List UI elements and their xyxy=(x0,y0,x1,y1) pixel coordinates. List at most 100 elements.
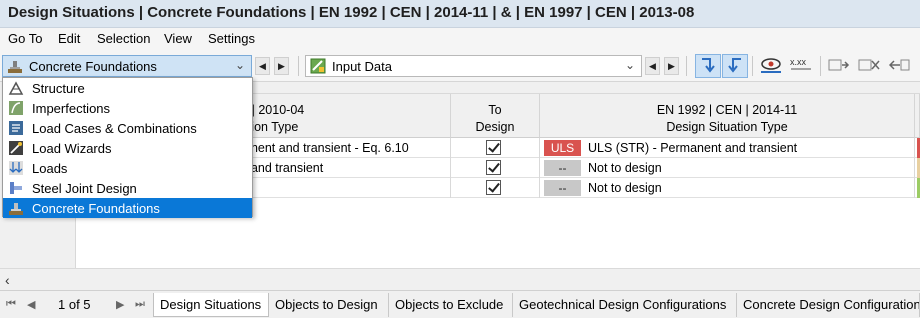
visibility-button[interactable] xyxy=(758,54,784,78)
load-cases-icon xyxy=(9,121,23,135)
foundation-icon xyxy=(9,203,23,215)
next-view-button[interactable]: ▶ xyxy=(664,57,679,75)
to-design-cell[interactable] xyxy=(451,178,540,198)
go-to-previous-icon xyxy=(702,58,715,73)
dropdown-item-label: Loads xyxy=(32,161,68,176)
tab-label: Concrete Design Configuration xyxy=(743,297,920,312)
dropdown-item-concrete-foundations[interactable]: Concrete Foundations xyxy=(3,198,252,218)
foundation-icon xyxy=(8,61,22,73)
module-dropdown: Structure Imperfections Load Cases & Com… xyxy=(2,77,253,218)
last-page-icon[interactable]: ⏭ xyxy=(135,298,145,311)
dropdown-item-label: Structure xyxy=(32,81,85,96)
go-to-next-button[interactable] xyxy=(722,54,748,78)
tab-objects-to-design[interactable]: Objects to Design xyxy=(269,293,389,317)
go-to-previous-button[interactable] xyxy=(695,54,721,78)
to-design-checkbox[interactable] xyxy=(486,160,501,175)
menu-selection[interactable]: Selection xyxy=(97,31,150,46)
svg-text:x.xx: x.xx xyxy=(790,57,807,67)
page-indicator: 1 of 5 xyxy=(58,297,91,312)
menu-edit[interactable]: Edit xyxy=(58,31,80,46)
to-design-checkbox[interactable] xyxy=(486,140,501,155)
input-data-icon xyxy=(310,58,326,74)
tab-design-situations[interactable]: Design Situations xyxy=(153,293,269,317)
not-design-badge: -- xyxy=(544,160,581,176)
dropdown-item-label: Load Cases & Combinations xyxy=(32,121,197,136)
visibility-icon xyxy=(761,58,781,73)
cell-text: Not to design xyxy=(588,161,662,175)
dropdown-item-imperfections[interactable]: Imperfections xyxy=(3,98,252,118)
tab-geotechnical-design-configurations[interactable]: Geotechnical Design Configurations xyxy=(513,293,737,317)
steel-joint-icon xyxy=(10,182,22,194)
tab-concrete-design-configuration[interactable]: Concrete Design Configuration xyxy=(737,293,920,317)
scroll-left-icon[interactable]: ‹ xyxy=(5,272,10,288)
dropdown-item-loads[interactable]: Loads xyxy=(3,158,252,178)
dropdown-item-label: Steel Joint Design xyxy=(32,181,137,196)
header-text: Design xyxy=(475,120,515,134)
previous-view-button[interactable]: ◀ xyxy=(645,57,660,75)
design-situation-type-cell[interactable]: -- Not to design xyxy=(540,178,915,198)
cell-text: t and transient xyxy=(244,161,324,175)
insert-row-button[interactable] xyxy=(826,54,852,78)
menu-settings[interactable]: Settings xyxy=(208,31,255,46)
dropdown-item-steel-joint-design[interactable]: Steel Joint Design xyxy=(3,178,252,198)
column-header-to-design[interactable]: To Design xyxy=(451,94,540,138)
to-design-checkbox[interactable] xyxy=(486,180,501,195)
imperfections-icon xyxy=(9,101,23,115)
module-select-value: Concrete Foundations xyxy=(29,59,157,74)
menu-go-to[interactable]: Go To xyxy=(8,31,42,46)
loads-icon xyxy=(9,161,23,175)
insert-row-icon xyxy=(828,59,850,71)
toolbar-separator xyxy=(686,56,687,76)
uls-badge: ULS xyxy=(544,140,581,156)
to-design-cell[interactable] xyxy=(451,138,540,158)
dropdown-item-label: Concrete Foundations xyxy=(32,201,160,216)
tab-label: Geotechnical Design Configurations xyxy=(519,297,727,312)
view-select[interactable]: Input Data ⌄ xyxy=(305,55,642,77)
go-to-next-icon xyxy=(728,58,741,73)
cell-text: Not to design xyxy=(588,181,662,195)
header-text: Design Situation Type xyxy=(666,120,788,134)
design-situation-type-cell[interactable]: ULS ULS (STR) - Permanent and transient xyxy=(540,138,915,158)
next-module-button[interactable]: ▶ xyxy=(274,57,289,75)
load-wizards-icon xyxy=(9,141,23,155)
next-page-icon[interactable]: ▶ xyxy=(116,298,124,311)
cell-text: anent and transient - Eq. 6.10 xyxy=(244,141,409,155)
to-design-cell[interactable] xyxy=(451,158,540,178)
menu-bar: Go To Edit Selection View Settings xyxy=(0,28,920,50)
toolbar-separator xyxy=(820,56,821,76)
tab-label: Objects to Exclude xyxy=(395,297,504,312)
structure-icon xyxy=(8,81,24,95)
delete-row-button[interactable] xyxy=(856,54,882,78)
bottom-tab-bar: ⏮ ◀ 1 of 5 ▶ ⏭ Design Situations Objects… xyxy=(0,290,920,318)
chevron-down-icon: ⌄ xyxy=(624,58,635,72)
chevron-down-icon: ⌄ xyxy=(234,58,245,72)
toolbar-separator xyxy=(298,56,299,76)
header-text: EN 1992 | CEN | 2014-11 xyxy=(656,103,798,117)
tab-label: Design Situations xyxy=(160,297,262,312)
header-text: To xyxy=(488,103,502,117)
move-row-button[interactable] xyxy=(886,54,912,78)
view-select-value: Input Data xyxy=(332,59,392,74)
dropdown-item-load-cases[interactable]: Load Cases & Combinations xyxy=(3,118,252,138)
number-format-button[interactable]: x.xx xyxy=(788,54,814,78)
not-design-badge: -- xyxy=(544,180,581,196)
previous-page-icon[interactable]: ◀ xyxy=(27,298,35,311)
module-select[interactable]: Concrete Foundations ⌄ xyxy=(2,55,252,77)
first-page-icon[interactable]: ⏮ xyxy=(6,298,16,311)
window-title: Design Situations | Concrete Foundations… xyxy=(8,4,695,21)
horizontal-scrollbar[interactable]: ‹ xyxy=(0,268,920,290)
column-header-extra xyxy=(915,94,920,138)
column-header-design-situation-type[interactable]: EN 1992 | CEN | 2014-11 Design Situation… xyxy=(540,94,915,138)
dropdown-item-load-wizards[interactable]: Load Wizards xyxy=(3,138,252,158)
delete-row-icon xyxy=(858,59,880,71)
dropdown-item-structure[interactable]: Structure xyxy=(3,78,252,98)
xxx-number-icon: x.xx xyxy=(790,57,811,70)
dropdown-item-label: Imperfections xyxy=(32,101,111,116)
toolbar-separator xyxy=(752,56,753,76)
tab-objects-to-exclude[interactable]: Objects to Exclude xyxy=(389,293,513,317)
design-situation-type-cell[interactable]: -- Not to design xyxy=(540,158,915,178)
menu-view[interactable]: View xyxy=(164,31,192,46)
previous-module-button[interactable]: ◀ xyxy=(255,57,270,75)
title-bar: Design Situations | Concrete Foundations… xyxy=(0,0,920,28)
tab-label: Objects to Design xyxy=(275,297,378,312)
